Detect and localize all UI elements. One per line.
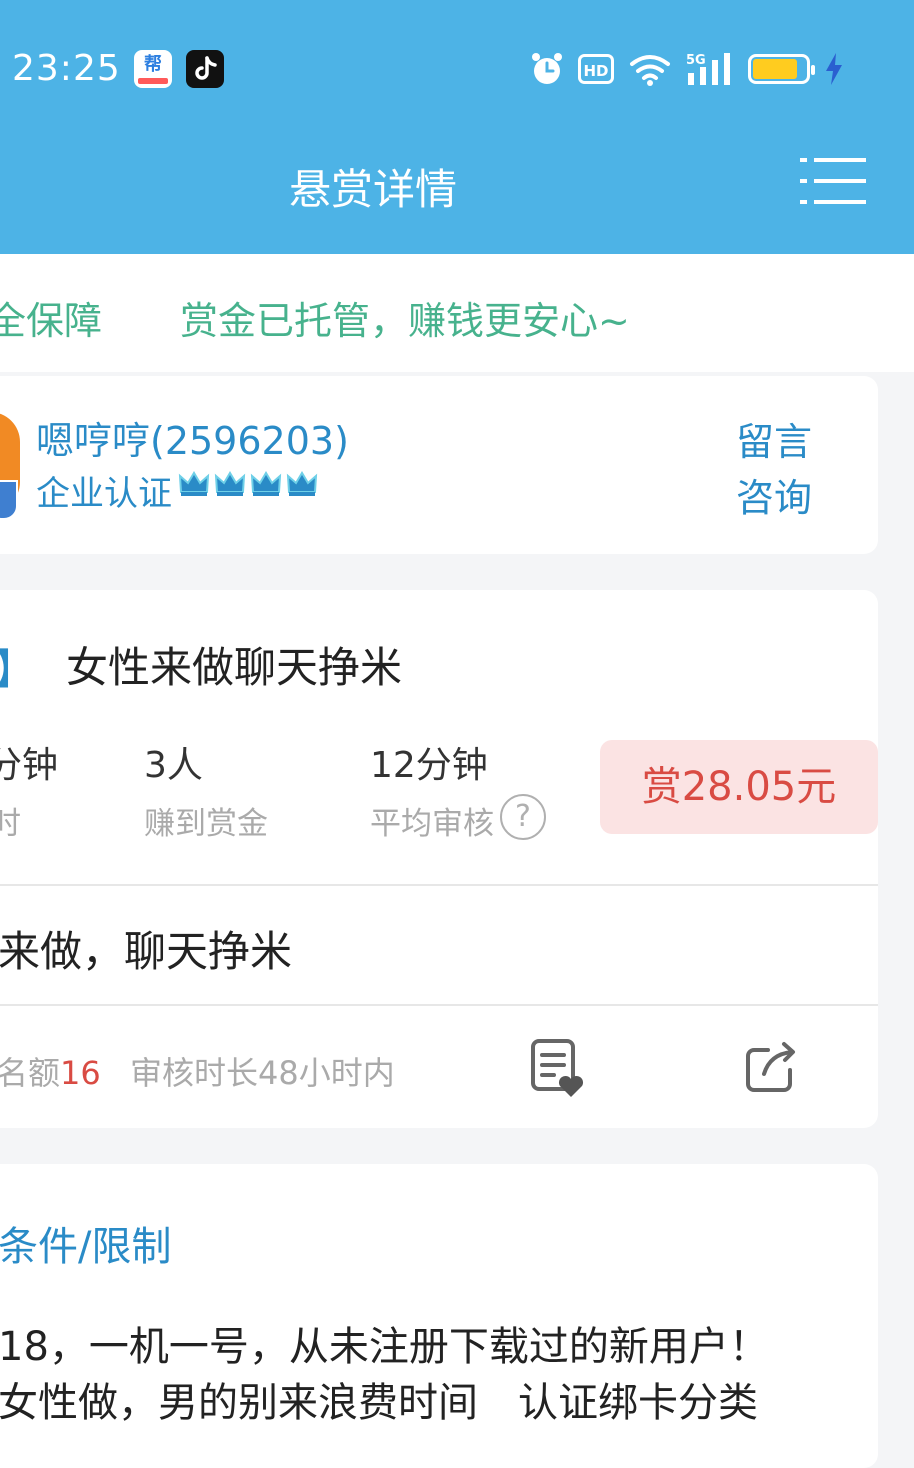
status-time: 23:25 <box>12 48 121 89</box>
crown-icon <box>286 471 318 496</box>
stat-duration-label: 时 <box>0 806 21 842</box>
conditions-title: 条件/限制 <box>0 1224 172 1270</box>
crown-icon <box>250 471 282 496</box>
status-icons: HD 5G <box>530 46 844 92</box>
list-menu-icon[interactable] <box>800 154 866 208</box>
network-label: 5G <box>686 53 706 68</box>
stat-review-label: 平均审核 <box>370 806 494 842</box>
battery-fill <box>753 59 798 79</box>
divider <box>0 1004 878 1006</box>
app-header: 23:25 帮 HD 5G 悬赏详情 <box>0 0 914 254</box>
stat-review-value: 12分钟 <box>370 745 488 786</box>
quota-label: 名额 <box>0 1054 61 1092</box>
reward-badge: 赏28.05元 <box>600 740 878 834</box>
condition-line: 18，一机一号，从未注册下载过的新用户！ <box>0 1324 769 1370</box>
task-description: 来做，聊天挣米 <box>0 927 293 976</box>
hd-label: HD <box>583 62 608 80</box>
consult-line-2: 咨询 <box>736 476 813 520</box>
stat-duration-value: 分钟 <box>0 745 59 786</box>
notice-message: 赏金已托管，赚钱更安心~ <box>180 299 630 343</box>
divider <box>0 884 878 886</box>
battery-icon <box>748 54 815 84</box>
wifi-icon <box>630 55 670 86</box>
condition-line: 女性做，男的别来浪费时间 认证绑卡分类 <box>0 1380 758 1426</box>
tiktok-icon <box>186 50 224 88</box>
charging-icon <box>826 53 842 85</box>
enterprise-cert-label: 企业认证 <box>36 474 172 514</box>
review-duration: 审核时长48小时内 <box>130 1054 395 1092</box>
notice-fragment: 全保障 <box>0 299 103 343</box>
verified-shield-icon <box>0 480 18 520</box>
crown-icon <box>178 471 210 496</box>
signal-5g-icon: 5G <box>686 53 730 85</box>
bang-app-icon: 帮 <box>134 50 172 88</box>
consult-line-1: 留言 <box>736 420 813 464</box>
stat-earners-label: 赚到赏金 <box>144 806 268 842</box>
task-title: 女性来做聊天挣米 <box>66 643 403 692</box>
task-tag-bracket: 】 <box>0 636 36 697</box>
stat-earners-value: 3人 <box>144 745 203 786</box>
alarm-icon <box>532 53 562 84</box>
consult-button[interactable]: 留言 咨询 <box>736 414 826 526</box>
crown-icon <box>214 471 246 496</box>
quota-info: 名额16 <box>0 1048 101 1094</box>
hd-icon: HD <box>578 54 614 84</box>
publisher-name[interactable]: 嗯哼哼(2596203) <box>36 410 349 465</box>
favorite-list-icon[interactable] <box>530 1038 588 1098</box>
quota-value: 16 <box>60 1054 101 1092</box>
page-title: 悬赏详情 <box>288 165 457 214</box>
help-icon[interactable]: ? <box>500 794 546 840</box>
crown-rating <box>178 470 318 498</box>
share-icon[interactable] <box>744 1040 798 1094</box>
